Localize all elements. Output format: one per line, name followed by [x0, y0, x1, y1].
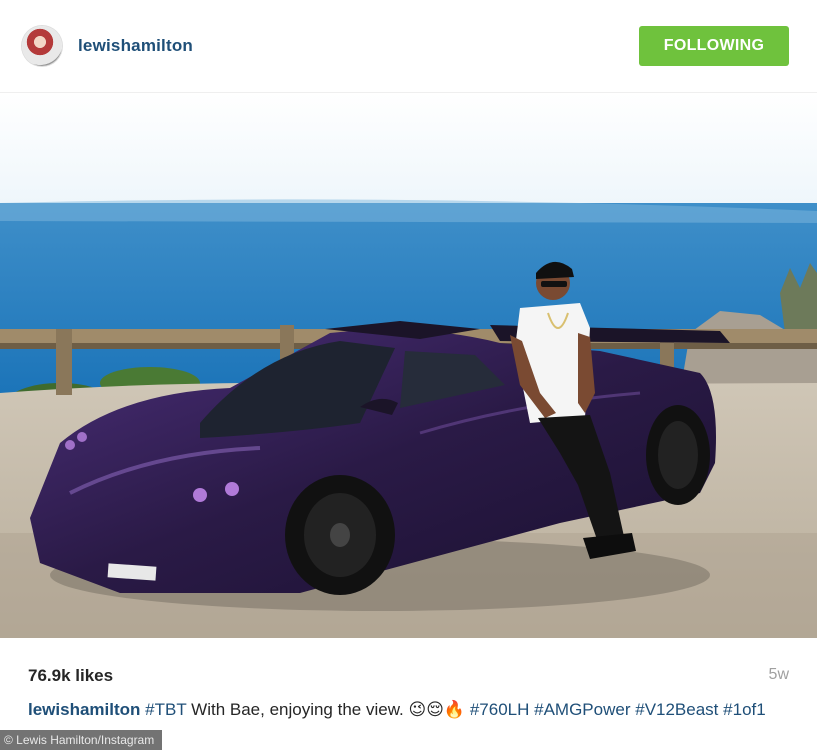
post-photo[interactable]	[0, 93, 817, 638]
post-header: lewishamilton FOLLOWING	[0, 0, 817, 93]
following-button[interactable]: FOLLOWING	[639, 26, 789, 66]
profile-avatar[interactable]	[22, 26, 62, 66]
hashtag-amgpower[interactable]: #AMGPower	[534, 700, 630, 719]
caption-username[interactable]: lewishamilton	[28, 700, 140, 719]
hashtag-1of1[interactable]: #1of1	[723, 700, 766, 719]
photo-illustration	[0, 93, 817, 638]
photo-credit: © Lewis Hamilton/Instagram	[0, 730, 163, 750]
post-footer: 76.9k likes 5w lewishamilton #TBT With B…	[0, 638, 817, 750]
caption-text: With Bae, enjoying the view. 😉😌🔥	[186, 700, 470, 719]
hashtag-tbt[interactable]: #TBT	[145, 700, 186, 719]
post-caption: lewishamilton #TBT With Bae, enjoying th…	[28, 698, 788, 722]
post-timestamp[interactable]: 5w	[769, 666, 789, 684]
username-link[interactable]: lewishamilton	[78, 36, 193, 56]
hashtag-760lh[interactable]: #760LH	[470, 700, 530, 719]
likes-count[interactable]: 76.9k likes	[28, 666, 113, 686]
hashtag-v12beast[interactable]: #V12Beast	[635, 700, 718, 719]
